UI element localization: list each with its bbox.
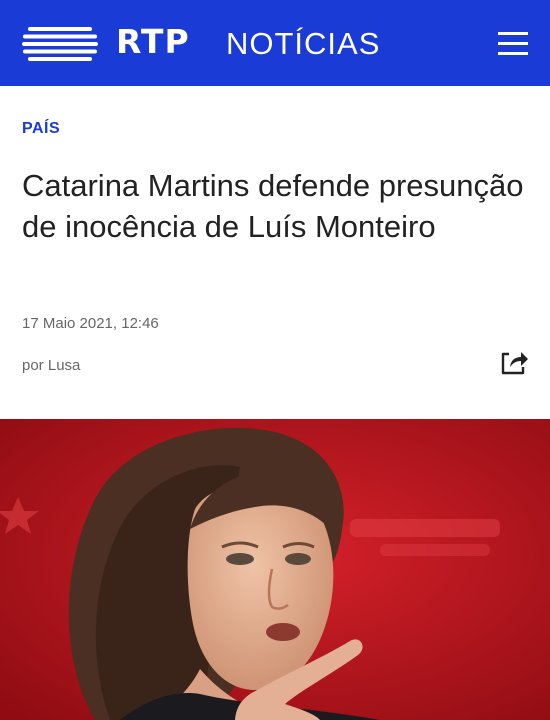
section-name[interactable]: NOTÍCIAS <box>226 24 380 64</box>
article-photo <box>0 419 550 720</box>
article-title: Catarina Martins defende presunção de in… <box>22 168 524 244</box>
menu-line-icon <box>498 32 528 35</box>
share-icon <box>501 352 528 375</box>
rtp-logo-icon[interactable] <box>22 27 98 61</box>
hamburger-menu-button[interactable] <box>494 28 534 60</box>
article-photo-image <box>0 419 550 720</box>
share-button[interactable] <box>500 348 530 376</box>
article-category-link[interactable]: PAÍS <box>22 118 60 140</box>
article-date: 17 Maio 2021, 12:46 <box>22 315 159 332</box>
menu-line-icon <box>498 42 528 45</box>
menu-line-icon <box>498 52 528 55</box>
article-author: por Lusa <box>22 357 81 374</box>
top-navigation-bar: RTP NOTÍCIAS <box>0 0 550 86</box>
brand-name[interactable]: RTP <box>116 22 190 62</box>
